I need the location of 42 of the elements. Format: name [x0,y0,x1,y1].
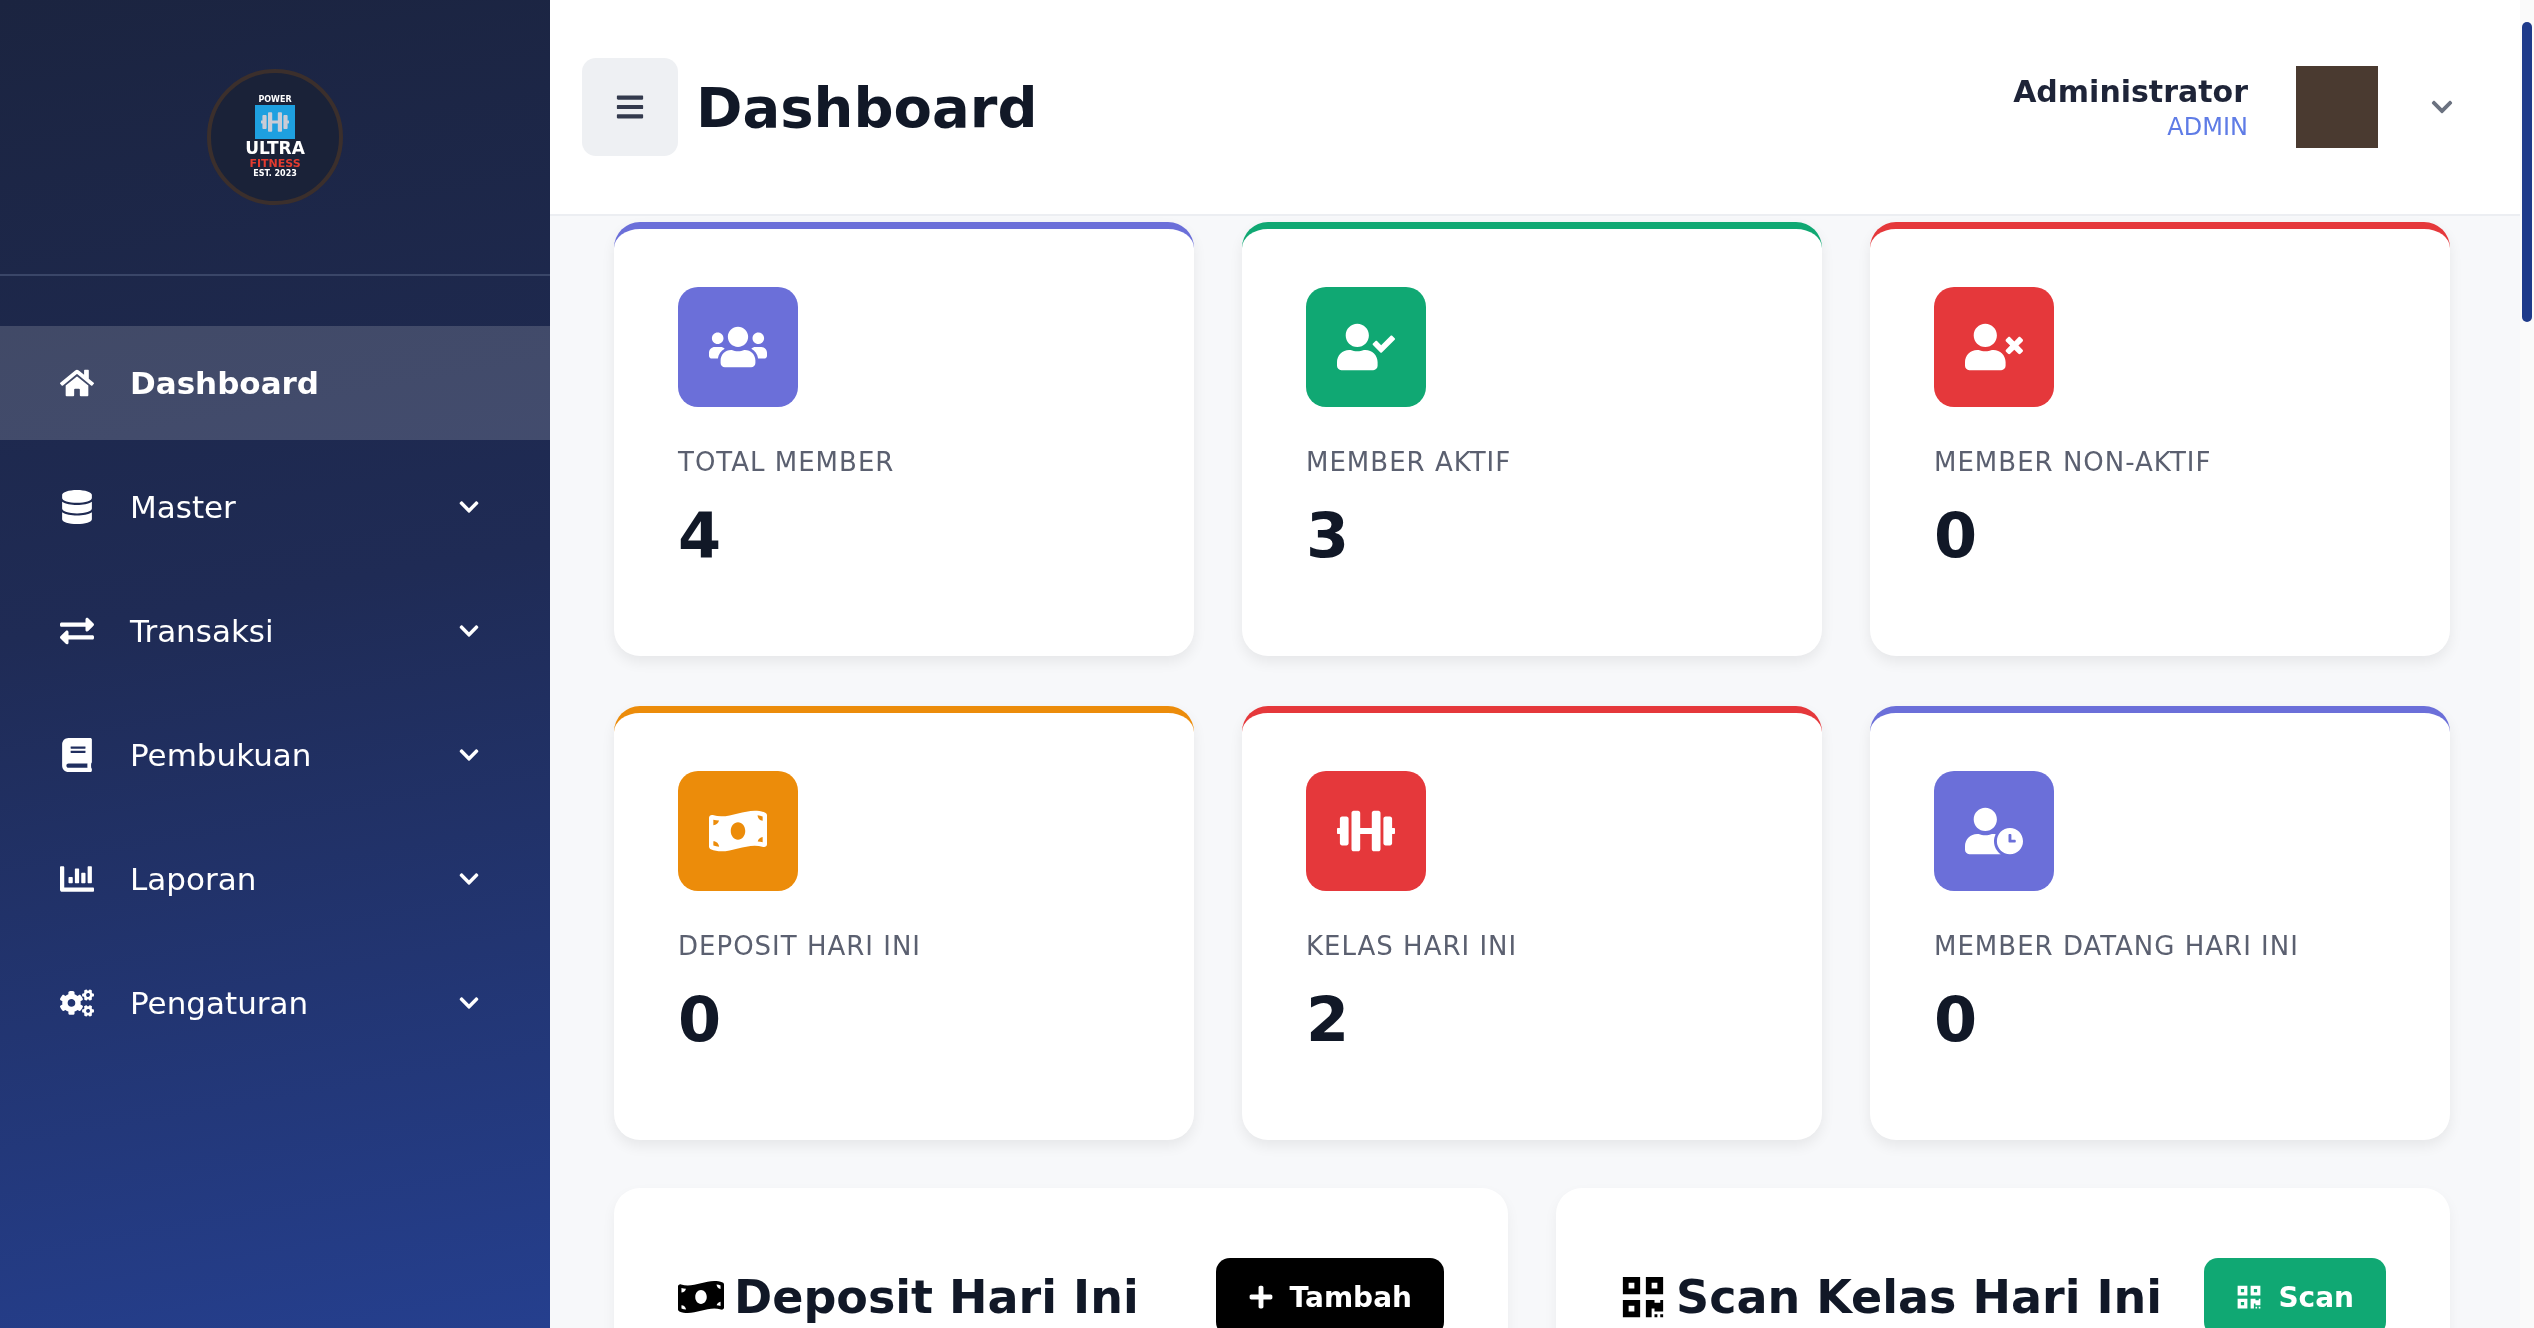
logo-text: ULTRA [245,140,305,157]
database-icon [60,490,94,524]
stat-label: KELAS HARI INI [1306,931,1519,961]
stat-value: 0 [1934,983,1979,1056]
stat-label: MEMBER NON-AKTIF [1934,447,2213,477]
stat-value: 2 [1306,983,1351,1056]
nav-label: Pembukuan [130,737,313,773]
nav-label: Master [130,489,237,525]
stat-label: TOTAL MEMBER [678,447,896,477]
nav-item[interactable]: Laporan [0,822,550,936]
user-name: Administrator [2013,73,2248,109]
panel-title: Scan Kelas Hari Ini [1676,1270,2164,1324]
nav-item[interactable]: Master [0,450,550,564]
plus-icon [1247,1284,1274,1310]
nav-item[interactable]: Dashboard [0,326,550,440]
stat-value: 0 [1934,499,1979,572]
user-role: ADMIN [2167,112,2248,141]
stat-label: DEPOSIT HARI INI [678,931,923,961]
nav-item[interactable]: Pembukuan [0,698,550,812]
menu-button[interactable] [582,58,678,156]
page-title: Dashboard [696,74,1039,140]
qr-code-icon [2236,1284,2263,1310]
action-button[interactable]: Tambah [1215,1258,1444,1328]
stat-value: 0 [678,983,723,1056]
nav-item[interactable]: Transaksi [0,574,550,688]
stat-value: 4 [678,499,723,572]
nav-label: Laporan [130,861,258,897]
scroll-thumb[interactable] [2522,22,2532,322]
stat-value: 3 [1306,499,1351,572]
panel-title: Deposit Hari Ini [734,1270,1140,1324]
stat-label: MEMBER AKTIF [1306,447,1513,477]
book-icon [60,738,94,772]
nav-label: Transaksi [130,613,275,649]
nav-label: Pengaturan [130,985,310,1021]
nav-label: Dashboard [130,365,321,401]
nav-item[interactable]: Pengaturan [0,946,550,1060]
logo-text: FITNESS [249,158,301,169]
barbell-icon [255,105,295,139]
qr-code-icon [1620,1274,1666,1320]
logo-text: EST. 2023 [253,170,297,178]
stat-label: MEMBER DATANG HARI INI [1934,931,2300,961]
logo-text: POWER [258,96,292,104]
